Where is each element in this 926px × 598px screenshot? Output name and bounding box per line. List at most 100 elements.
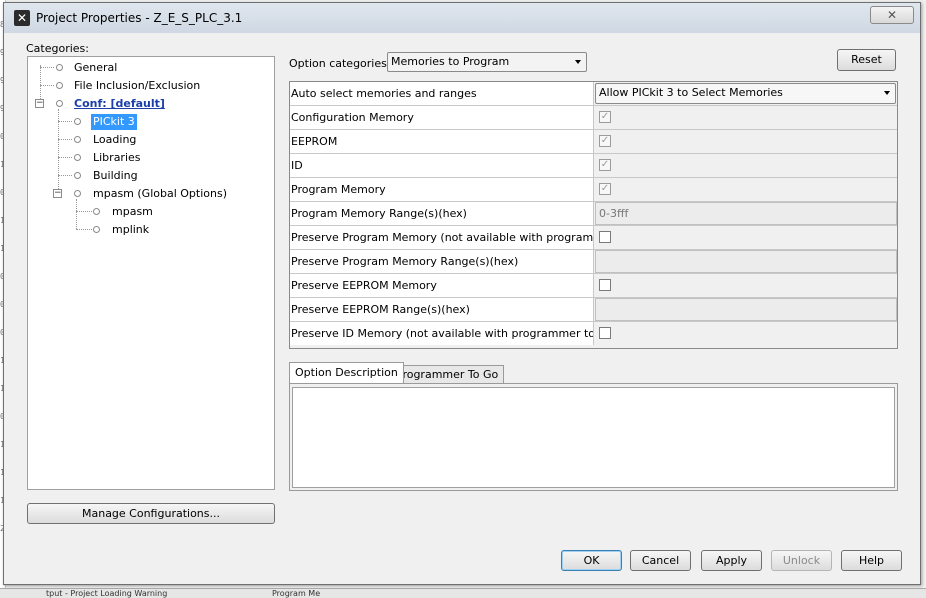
property-row-eeprom: EEPROM ✓: [290, 130, 897, 154]
tab-programmer-to-go[interactable]: Programmer To Go: [390, 365, 505, 384]
option-description-text: [292, 387, 895, 488]
property-name: Preserve ID Memory (not available with p…: [290, 322, 594, 345]
property-value: Allow PICkit 3 to Select Memories: [595, 82, 897, 105]
tree-item-conf-default[interactable]: − Conf: [default]: [28, 96, 274, 112]
property-value: [595, 274, 897, 297]
property-name: Program Memory: [290, 178, 594, 201]
node-icon: [74, 118, 81, 125]
node-icon: [56, 82, 63, 89]
close-button[interactable]: ✕: [870, 6, 914, 24]
node-icon: [56, 64, 63, 71]
background-output-tabs: tput - Project Loading Warning Program M…: [0, 588, 926, 598]
auto-select-memories-select[interactable]: Allow PICkit 3 to Select Memories: [595, 83, 896, 104]
apply-button[interactable]: Apply: [701, 550, 762, 571]
ok-button[interactable]: OK: [561, 550, 622, 571]
node-icon: [74, 136, 81, 143]
preserve-eeprom-range-field[interactable]: [595, 298, 897, 321]
cancel-button[interactable]: Cancel: [630, 550, 691, 571]
option-description-panel: [289, 383, 898, 491]
tree-item-file-inclusion[interactable]: File Inclusion/Exclusion: [28, 78, 274, 94]
window-title: Project Properties - Z_E_S_PLC_3.1: [36, 11, 243, 25]
property-row-preserve-eeprom-memory: Preserve EEPROM Memory: [290, 274, 897, 298]
unlock-button[interactable]: Unlock: [771, 550, 832, 571]
output-tab-label[interactable]: Program Me: [272, 589, 320, 598]
property-value: ✓: [595, 178, 897, 201]
property-name: Preserve EEPROM Range(s)(hex): [290, 298, 594, 321]
tree-item-label: Building: [93, 169, 138, 182]
property-name: Preserve EEPROM Memory: [290, 274, 594, 297]
preserve-program-memory-checkbox[interactable]: [599, 231, 611, 243]
property-value: ✓: [595, 106, 897, 129]
property-name: EEPROM: [290, 130, 594, 153]
tree-item-label: mpasm: [112, 205, 153, 218]
tree-item-label: mpasm (Global Options): [93, 187, 227, 200]
program-memory-range-field[interactable]: 0-3fff: [595, 202, 897, 225]
chevron-down-icon: [575, 60, 581, 64]
property-row-preserve-program-memory: Preserve Program Memory (not available w…: [290, 226, 897, 250]
property-value: ✓: [595, 130, 897, 153]
tree-item-pickit3[interactable]: PICkit 3: [28, 114, 274, 130]
node-icon: [74, 154, 81, 161]
tree-item-label: Libraries: [93, 151, 141, 164]
node-icon: [93, 208, 100, 215]
collapse-icon[interactable]: −: [35, 99, 44, 108]
property-row-program-memory-range: Program Memory Range(s)(hex) 0-3fff: [290, 202, 897, 226]
node-icon: [74, 190, 81, 197]
tree-item-label: Loading: [93, 133, 137, 146]
property-row-id: ID ✓: [290, 154, 897, 178]
tree-item-general[interactable]: General: [28, 60, 274, 76]
categories-label: Categories:: [26, 42, 89, 55]
tree-item-mplink[interactable]: mplink: [28, 222, 274, 238]
property-value: ✓: [595, 154, 897, 177]
property-name: Preserve Program Memory Range(s)(hex): [290, 250, 594, 273]
tree-item-building[interactable]: Building: [28, 168, 274, 184]
help-button[interactable]: Help: [841, 550, 902, 571]
eeprom-checkbox[interactable]: ✓: [599, 135, 611, 147]
property-value: [595, 226, 897, 249]
reset-button[interactable]: Reset: [837, 49, 896, 71]
project-properties-dialog: ✕ Project Properties - Z_E_S_PLC_3.1 ✕ C…: [3, 2, 921, 585]
tree-item-label: File Inclusion/Exclusion: [74, 79, 201, 92]
property-name: Preserve Program Memory (not available w…: [290, 226, 594, 249]
id-checkbox[interactable]: ✓: [599, 159, 611, 171]
tree-item-label: PICkit 3: [91, 114, 137, 130]
tree-item-label: General: [74, 61, 118, 74]
node-icon: [56, 100, 63, 107]
tree-item-label: Conf: [default]: [74, 97, 165, 110]
property-name: ID: [290, 154, 594, 177]
tree-item-loading[interactable]: Loading: [28, 132, 274, 148]
tab-option-description[interactable]: Option Description: [289, 362, 404, 383]
properties-table: Auto select memories and ranges Allow PI…: [289, 81, 898, 349]
preserve-eeprom-memory-checkbox[interactable]: [599, 279, 611, 291]
tree-item-libraries[interactable]: Libraries: [28, 150, 274, 166]
chevron-down-icon: [884, 91, 890, 95]
tree-item-mpasm-global[interactable]: − mpasm (Global Options): [28, 186, 274, 202]
property-row-preserve-program-memory-range: Preserve Program Memory Range(s)(hex): [290, 250, 897, 274]
manage-configurations-button[interactable]: Manage Configurations...: [27, 503, 275, 524]
program-memory-checkbox[interactable]: ✓: [599, 183, 611, 195]
node-icon: [74, 172, 81, 179]
close-icon: ✕: [886, 8, 898, 22]
property-row-preserve-eeprom-range: Preserve EEPROM Range(s)(hex): [290, 298, 897, 322]
app-icon: ✕: [14, 10, 30, 26]
output-tab-label[interactable]: tput - Project Loading Warning: [46, 589, 167, 598]
property-value: [595, 322, 897, 345]
configuration-memory-checkbox[interactable]: ✓: [599, 111, 611, 123]
option-categories-value: Memories to Program: [391, 55, 510, 68]
property-row-configuration-memory: Configuration Memory ✓: [290, 106, 897, 130]
property-name: Program Memory Range(s)(hex): [290, 202, 594, 225]
program-memory-range-value: 0-3fff: [599, 207, 629, 220]
preserve-id-memory-checkbox[interactable]: [599, 327, 611, 339]
preserve-program-memory-range-field[interactable]: [595, 250, 897, 273]
auto-select-value: Allow PICkit 3 to Select Memories: [599, 86, 783, 99]
tree-item-label: mplink: [112, 223, 150, 236]
property-name: Configuration Memory: [290, 106, 594, 129]
option-categories-select[interactable]: Memories to Program: [387, 52, 587, 72]
tree-item-mpasm[interactable]: mpasm: [28, 204, 274, 220]
categories-tree: General File Inclusion/Exclusion − Conf:…: [27, 56, 275, 490]
title-bar[interactable]: ✕ Project Properties - Z_E_S_PLC_3.1 ✕: [4, 3, 920, 33]
collapse-icon[interactable]: −: [53, 189, 62, 198]
property-name: Auto select memories and ranges: [290, 82, 594, 105]
property-row-preserve-id-memory: Preserve ID Memory (not available with p…: [290, 322, 897, 346]
option-categories-label: Option categories:: [289, 57, 391, 70]
